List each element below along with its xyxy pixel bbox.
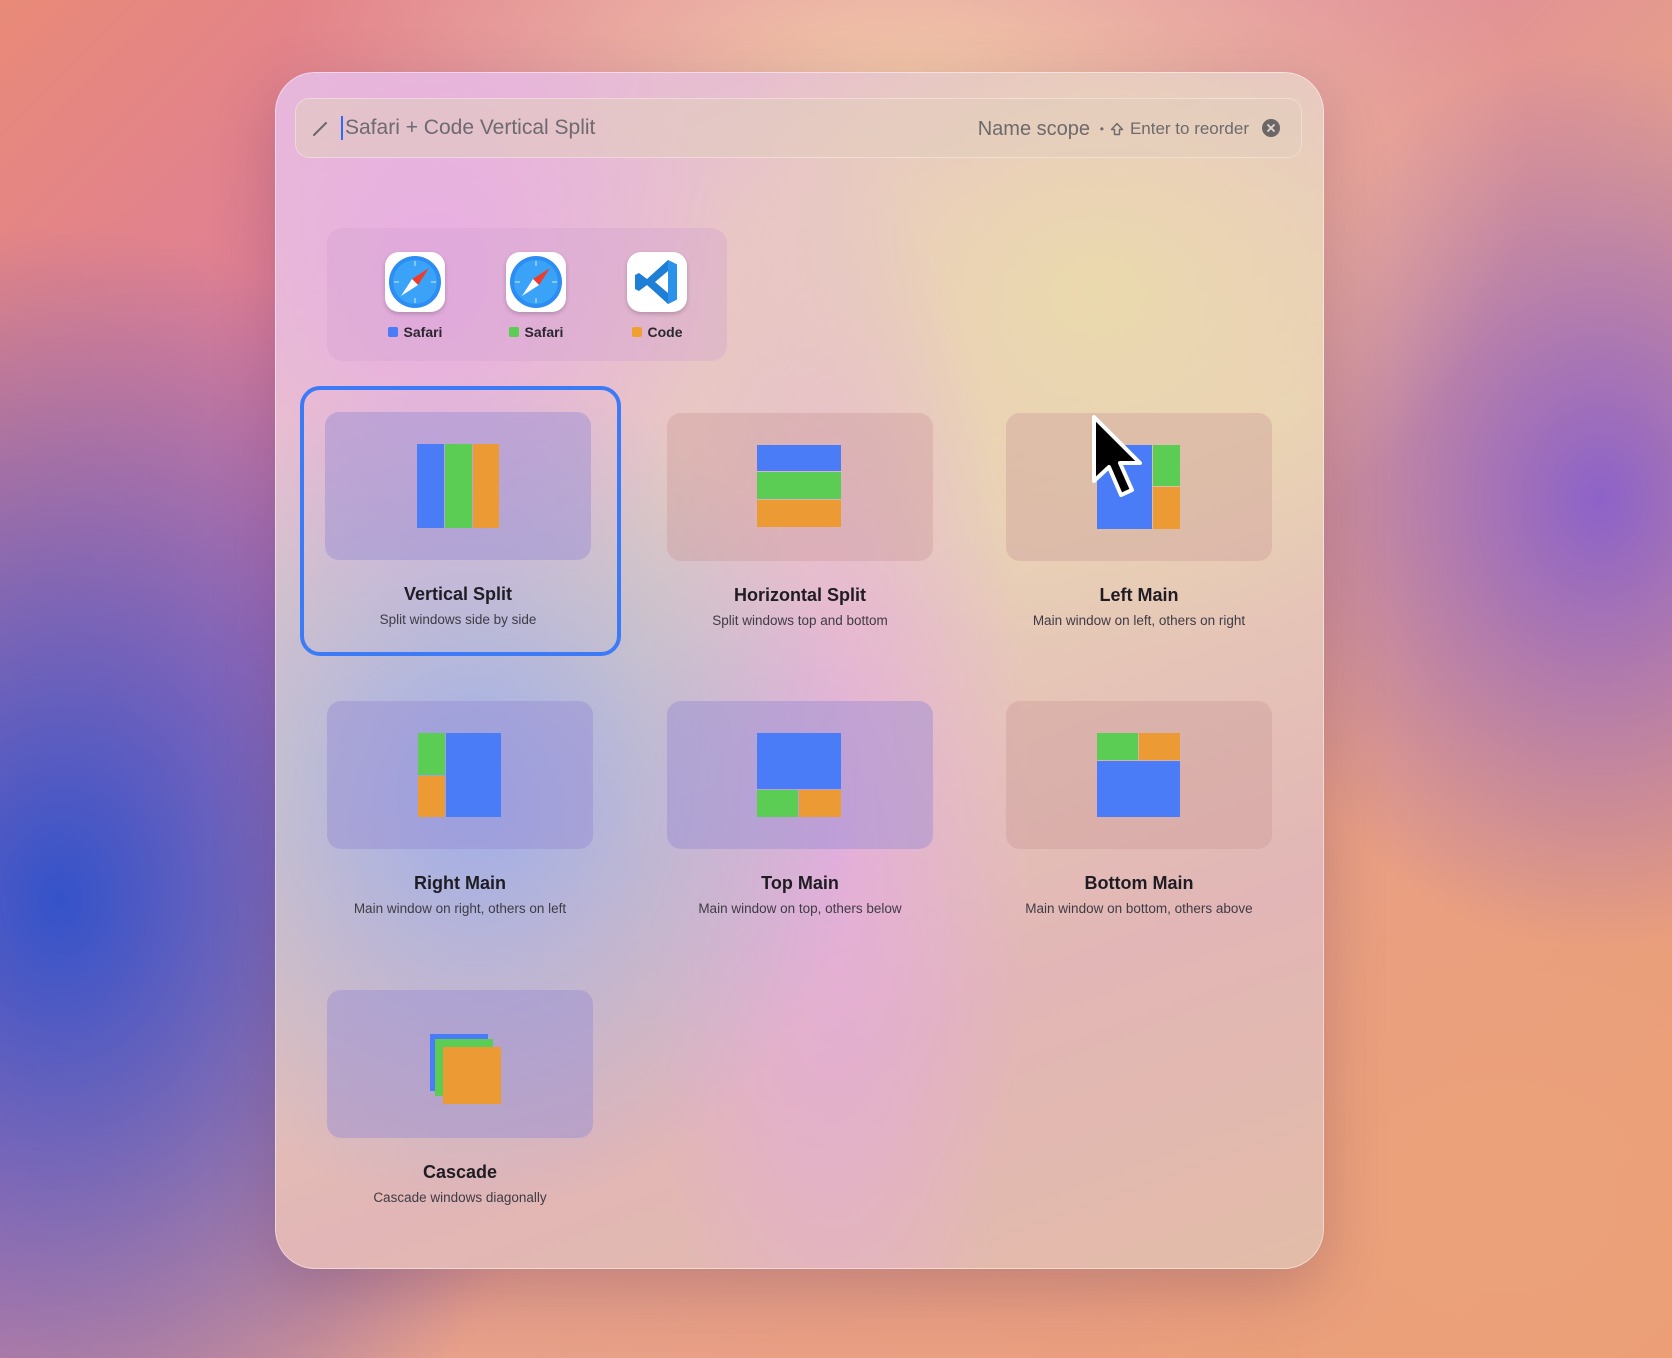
layout-description: Main window on bottom, others above <box>1025 901 1253 916</box>
layout-bottom-main[interactable]: Bottom Main Main window on bottom, other… <box>1006 701 1326 966</box>
safari-compass-icon <box>385 252 445 312</box>
app-label: Code <box>617 324 697 340</box>
app-label: Safari <box>496 324 576 340</box>
selected-apps: Safari Safari Code <box>327 228 727 361</box>
layout-preview <box>327 990 593 1138</box>
close-icon[interactable] <box>1262 119 1280 137</box>
color-swatch <box>631 327 642 337</box>
shift-icon <box>1110 122 1124 136</box>
app-item-safari-1[interactable]: Safari <box>375 252 455 340</box>
pencil-icon <box>313 122 327 136</box>
layout-description: Split windows side by side <box>379 612 537 627</box>
layout-name-field[interactable]: Safari + Code Vertical Split Name scope … <box>295 98 1302 158</box>
layout-title: Horizontal Split <box>734 585 866 605</box>
layout-preview <box>1006 701 1272 849</box>
color-swatch <box>387 327 398 337</box>
layout-preview <box>667 701 933 849</box>
layout-description: Main window on right, others on left <box>353 901 567 916</box>
reorder-hint: • Enter to reorder <box>1100 117 1249 141</box>
layout-title: Bottom Main <box>1084 873 1194 893</box>
layout-picker-panel: Safari + Code Vertical Split Name scope … <box>275 72 1324 1269</box>
cascade-icon <box>430 1034 501 1104</box>
layout-left-main[interactable]: Left Main Main window on left, others on… <box>1006 413 1326 678</box>
layout-description: Cascade windows diagonally <box>373 1190 547 1205</box>
layout-description: Main window on top, others below <box>698 901 902 916</box>
layout-vertical-split[interactable]: Vertical Split Split windows side by sid… <box>300 386 645 677</box>
layout-name-input[interactable]: Safari + Code Vertical Split <box>345 113 595 143</box>
safari-compass-icon <box>506 252 566 312</box>
app-item-code[interactable]: Code <box>617 252 697 340</box>
layout-title: Right Main <box>414 873 506 893</box>
layout-title: Vertical Split <box>403 584 513 604</box>
layout-description: Split windows top and bottom <box>712 613 888 628</box>
vertical-split-icon <box>417 444 499 528</box>
layout-title: Top Main <box>761 873 839 893</box>
mouse-cursor-icon <box>1092 415 1142 497</box>
reorder-hint-text: Enter to reorder <box>1129 119 1249 138</box>
app-item-safari-2[interactable]: Safari <box>496 252 576 340</box>
layout-title: Left Main <box>1099 585 1179 605</box>
layout-cascade[interactable]: Cascade Cascade windows diagonally <box>327 990 647 1255</box>
color-swatch <box>508 327 519 337</box>
text-caret <box>341 116 343 140</box>
name-scope-button[interactable]: Name scope <box>978 115 1090 143</box>
layout-horizontal-split[interactable]: Horizontal Split Split windows top and b… <box>667 413 987 678</box>
app-label: Safari <box>375 324 455 340</box>
top-main-icon <box>757 733 841 817</box>
bottom-main-icon <box>1097 733 1180 817</box>
layout-top-main[interactable]: Top Main Main window on top, others belo… <box>667 701 987 966</box>
layout-description: Main window on left, others on right <box>1032 613 1246 628</box>
right-main-icon <box>418 733 501 817</box>
layout-preview <box>327 701 593 849</box>
separator-dot: • <box>1099 122 1104 136</box>
layout-preview <box>325 412 591 560</box>
layout-right-main[interactable]: Right Main Main window on right, others … <box>327 701 647 966</box>
layout-title: Cascade <box>422 1162 498 1182</box>
horizontal-split-icon <box>757 445 841 527</box>
vscode-icon <box>627 252 687 312</box>
layout-preview <box>667 413 933 561</box>
